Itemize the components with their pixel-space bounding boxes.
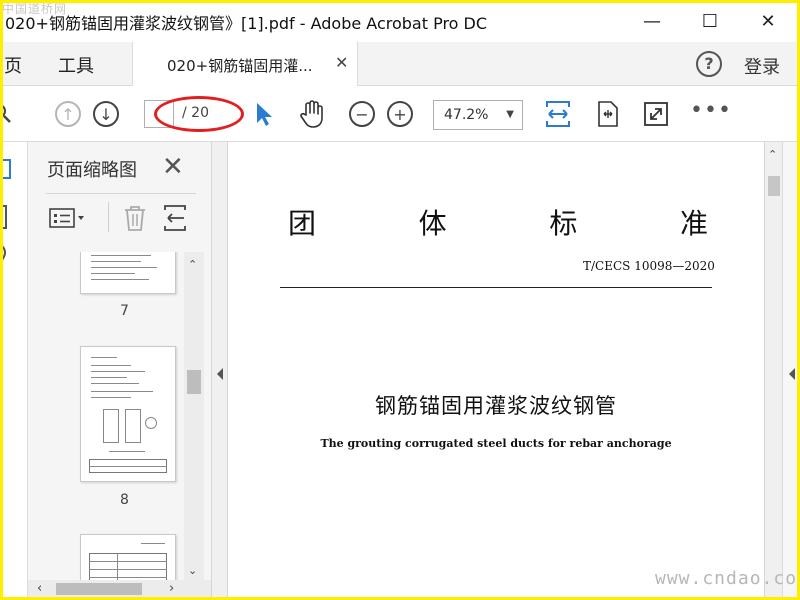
heading-char: 标: [549, 207, 578, 240]
rotate-page-button[interactable]: [592, 98, 624, 130]
title-bar: 中国道桥网 020+钢筋锚固用灌浆波纹钢管》[1].pdf - Adobe Ac…: [0, 0, 800, 42]
expand-icon: [644, 102, 668, 126]
divider: [46, 193, 196, 194]
chevron-down-icon[interactable]: ⌄: [188, 564, 197, 577]
window-title: 020+钢筋锚固用灌浆波纹钢管》[1].pdf - Adobe Acrobat …: [5, 14, 488, 33]
diagram-sketch: [103, 409, 119, 443]
navigation-strip: [0, 142, 28, 600]
close-window-button[interactable]: ✕: [748, 6, 788, 36]
zoom-out-button[interactable]: −: [346, 98, 378, 130]
hand-icon: [300, 100, 323, 128]
diagram-sketch: [125, 409, 141, 443]
minimize-button[interactable]: —: [632, 6, 672, 36]
watermark-url: www.cndao.com: [655, 568, 800, 589]
maximize-button[interactable]: ☐: [690, 6, 730, 36]
chevron-right-icon[interactable]: ›: [169, 581, 174, 596]
document-tab-label: 020+钢筋锚固用灌...: [167, 57, 313, 75]
document-scrollbar[interactable]: ⌃: [764, 142, 782, 600]
search-icon: [0, 104, 11, 123]
collapse-left-icon[interactable]: [216, 368, 224, 380]
thumbnail-panel: 页面缩略图 ✕ 7 8 ⌃ ⌄ ‹ ›: [28, 142, 211, 600]
attachment-icon[interactable]: [0, 242, 10, 264]
chevron-up-icon[interactable]: ⌃: [768, 148, 777, 161]
bookmark-icon[interactable]: [0, 204, 10, 230]
select-tool-button[interactable]: [248, 98, 280, 130]
menu-tab-bar: 主页 工具 020+钢筋锚固用灌... ✕ ? 登录: [0, 42, 800, 86]
heading-char: 团: [288, 207, 317, 240]
trash-icon: [125, 206, 145, 231]
thumbnail-page-8[interactable]: [80, 346, 176, 482]
page-rotate-icon: [598, 101, 618, 127]
menu-tools[interactable]: 工具: [58, 52, 94, 78]
page-thumbnails-icon[interactable]: [0, 158, 14, 180]
red-highlight-circle: [154, 96, 244, 132]
arrow-up-icon: ↑: [55, 101, 81, 127]
right-panel-strip: [782, 142, 800, 600]
arrow-down-icon: ↓: [93, 101, 119, 127]
chevron-left-icon[interactable]: ‹: [37, 581, 42, 596]
heading-char: 准: [679, 207, 708, 240]
close-panel-icon[interactable]: ✕: [162, 152, 184, 182]
options-list-icon: [49, 208, 84, 228]
minimize-icon: —: [643, 10, 661, 32]
thumbnail-vertical-scrollbar[interactable]: ⌃ ⌄: [184, 252, 204, 582]
thumbnail-page-number: 7: [120, 303, 129, 319]
zoom-in-button[interactable]: +: [384, 98, 416, 130]
zoom-in-icon: +: [387, 101, 413, 127]
fit-width-button[interactable]: [542, 98, 574, 130]
scrollbar-thumb[interactable]: [187, 370, 201, 394]
expand-right-panel-icon[interactable]: [788, 368, 796, 380]
delete-page-button[interactable]: [122, 204, 148, 232]
heading-char: 体: [418, 207, 447, 240]
document-tab[interactable]: 020+钢筋锚固用灌... ✕: [132, 42, 358, 86]
menu-home[interactable]: 主页: [0, 52, 22, 78]
zoom-out-icon: −: [349, 101, 375, 127]
scrollbar-thumb[interactable]: [56, 583, 142, 595]
search-button[interactable]: [0, 98, 18, 130]
zoom-level-select[interactable]: 47.2% ▼: [433, 100, 523, 130]
toolbar: ↑ ↓ / 20 − + 47.2% ▼ •••: [0, 86, 800, 142]
chevron-up-icon[interactable]: ⌃: [188, 258, 197, 271]
scrollbar-thumb[interactable]: [768, 176, 780, 196]
fit-width-icon: [546, 101, 570, 127]
document-title-cn: 钢筋锚固用灌浆波纹钢管: [375, 394, 617, 418]
previous-page-button[interactable]: ↑: [52, 98, 84, 130]
login-button[interactable]: 登录: [744, 53, 780, 79]
standard-code: T/CECS 10098—2020: [583, 259, 715, 273]
maximize-icon: ☐: [701, 10, 719, 32]
thumbnail-page-7[interactable]: [80, 252, 176, 294]
toolbar-separator: [108, 202, 109, 232]
insert-page-icon: [164, 205, 186, 231]
document-title-en: The grouting corrugated steel ducts for …: [320, 437, 672, 450]
pane-splitter[interactable]: [211, 142, 228, 600]
diagram-sketch: [145, 417, 157, 429]
thumbnail-horizontal-scrollbar[interactable]: ‹ ›: [28, 580, 211, 598]
insert-page-button[interactable]: [162, 204, 188, 232]
thumbnail-options-button[interactable]: [48, 204, 88, 232]
horizontal-rule: [280, 287, 712, 288]
thumbnail-page-number: 8: [120, 492, 129, 508]
thumbnail-panel-title: 页面缩略图: [47, 160, 137, 181]
cursor-arrow-icon: [257, 103, 272, 126]
help-icon[interactable]: ?: [696, 51, 722, 77]
chevron-down-icon: ▼: [506, 109, 514, 120]
document-heading: 团 体 标 准: [288, 202, 708, 242]
tab-close-icon[interactable]: ✕: [335, 53, 348, 72]
document-page: 团 体 标 准 T/CECS 10098—2020 钢筋锚固用灌浆波纹钢管 Th…: [228, 142, 782, 600]
next-page-button[interactable]: ↓: [90, 98, 122, 130]
close-icon: ✕: [760, 10, 776, 32]
fullscreen-button[interactable]: [640, 98, 672, 130]
zoom-value: 47.2%: [444, 107, 489, 123]
thumbnail-page-9[interactable]: [80, 534, 176, 582]
more-tools-icon[interactable]: •••: [690, 98, 732, 123]
hand-tool-button[interactable]: [296, 98, 328, 130]
